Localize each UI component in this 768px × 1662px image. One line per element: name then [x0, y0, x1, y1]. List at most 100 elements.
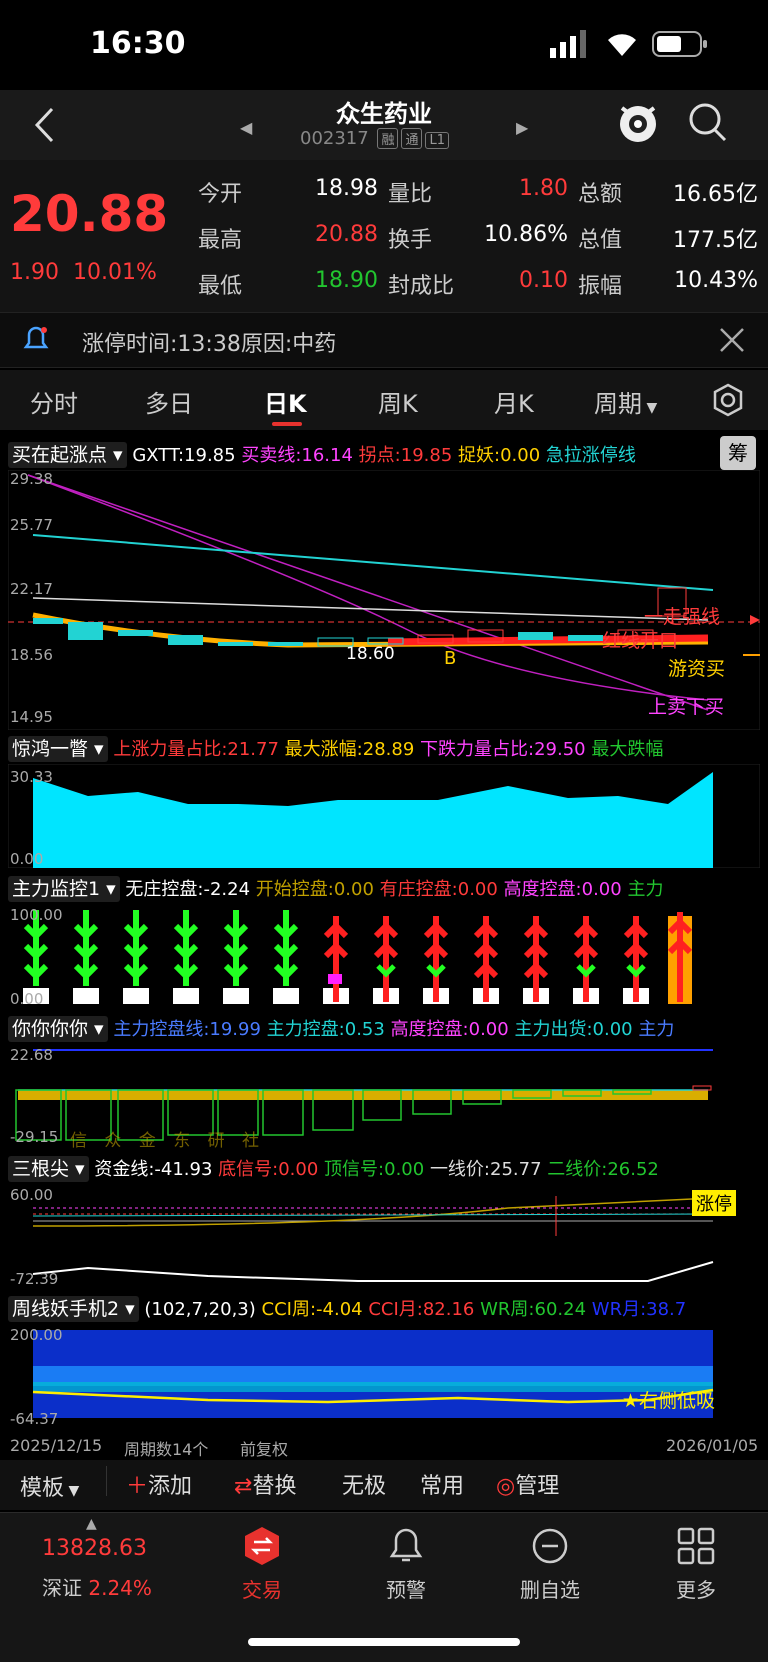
p4-field-high: 高度控盘:0.00 [390, 1019, 509, 1040]
period-count: 周期数14个 [124, 1440, 209, 1459]
p2-field-max-rise: 最大涨幅:28.89 [284, 739, 415, 760]
p2-tick-0: 30.33 [10, 768, 53, 786]
tab-monthly-k[interactable]: 月K [494, 384, 534, 419]
p5-tick-0: 60.00 [10, 1186, 53, 1204]
p6-tick-0: 200.00 [10, 1326, 63, 1344]
p6-field-cci-month: CCI月:82.16 [368, 1299, 475, 1320]
p4-field-control-line: 主力控盘线:19.99 [113, 1019, 261, 1040]
alert-bell-icon[interactable] [386, 1526, 426, 1566]
close-icon[interactable] [718, 326, 746, 354]
settings-icon[interactable] [710, 382, 746, 418]
value-turnover: 10.86% [484, 222, 568, 247]
nav-remove-watchlist[interactable]: 删自选 [505, 1574, 595, 1603]
panel5-selector-label: 三根尖 [12, 1158, 70, 1180]
panel4-selector[interactable]: 你你你你 ▾ [8, 1016, 108, 1042]
last-price: 20.88 [10, 185, 169, 243]
label-market-cap: 总值 [578, 228, 623, 253]
add-button[interactable]: ＋添加 [126, 1468, 192, 1500]
p2-field-up-ratio: 上涨力量占比:21.77 [113, 739, 279, 760]
chip-button[interactable]: 筹 [720, 436, 756, 470]
mascot-icon[interactable] [616, 100, 660, 146]
remove-watchlist-icon[interactable] [530, 1526, 570, 1566]
p3-field-no-control: 无庄控盘:-2.24 [125, 879, 251, 900]
panel3-selector[interactable]: 主力监控1 ▾ [8, 876, 120, 902]
panel1-selector-label: 买在起涨点 [12, 444, 108, 466]
tab-weekly-k[interactable]: 周K [378, 384, 418, 419]
template-button[interactable]: 模板 ▼ [20, 1470, 79, 1502]
stock-code-row: 002317 融通 L1 [300, 128, 449, 149]
p5-field-bottom: 底信号:0.00 [218, 1159, 319, 1180]
index-info[interactable]: 深证 2.24% [42, 1572, 152, 1601]
panel5-selector[interactable]: 三根尖 ▾ [8, 1156, 89, 1182]
plus-icon: ＋ [126, 1474, 149, 1499]
value-low: 18.90 [315, 268, 378, 293]
candle [518, 632, 553, 640]
candlestick-chart[interactable] [8, 470, 760, 730]
label-seal-ratio: 封成比 [388, 274, 455, 299]
status-bar: 16:30 [0, 0, 768, 90]
nav-trade[interactable]: 交易 [217, 1574, 307, 1603]
tab-intraday[interactable]: 分时 [30, 384, 78, 419]
p4-tick-1: -29.15 [10, 1128, 59, 1146]
panel2-header: 惊鸿一瞥 ▾ 上涨力量占比:21.77 最大涨幅:28.89 下跌力量占比:29… [8, 734, 768, 764]
candle [568, 635, 603, 641]
three-peak-chart[interactable] [8, 1186, 760, 1286]
panel1-selector[interactable]: 买在起涨点 ▾ [8, 442, 127, 468]
right-low-buy-label: ★右侧低吸 [622, 1390, 716, 1412]
p1-field-gxtt: GXTT:19.85 [132, 445, 236, 466]
index-name: 深证 [42, 1576, 82, 1600]
add-label: 添加 [148, 1474, 193, 1499]
p3-field-start: 开始控盘:0.00 [255, 879, 374, 900]
tag-margin: 融 [377, 128, 399, 149]
panel6-selector[interactable]: 周线妖手机2 ▾ [8, 1296, 139, 1322]
panel6-header: 周线妖手机2 ▾ (102,7,20,3) CCI周:-4.04 CCI月:82… [8, 1294, 768, 1324]
force-area-chart[interactable] [8, 764, 760, 868]
home-indicator[interactable] [248, 1638, 520, 1646]
panel3-selector-label: 主力监控1 [12, 878, 101, 900]
label-vol-ratio: 量比 [388, 182, 433, 207]
template-label: 模板 [20, 1476, 65, 1501]
panel1-header: 买在起涨点 ▾ GXTT:19.85 买卖线:16.14 拐点:19.85 捉妖… [8, 440, 768, 470]
p1-tick-4: 14.95 [10, 708, 53, 726]
p6-field-wr-month: WR月:38.7 [591, 1299, 687, 1320]
infinite-button[interactable]: 无极 [342, 1468, 386, 1500]
adjust-mode[interactable]: 前复权 [240, 1436, 288, 1460]
label-turnover: 换手 [388, 228, 433, 253]
divider [106, 1466, 107, 1496]
manage-button[interactable]: ◎管理 [496, 1468, 559, 1500]
p1-field-pull: 急拉涨停线 [545, 445, 636, 466]
manage-label: 管理 [515, 1474, 560, 1499]
p5-field-line1: 一线价:25.77 [429, 1159, 542, 1180]
p4-field-ship: 主力出货:0.00 [514, 1019, 633, 1040]
p2-tick-1: 0.00 [10, 850, 44, 868]
search-icon[interactable] [688, 102, 728, 144]
tab-period[interactable]: 周期 ▼ [594, 384, 657, 419]
p2-field-down-ratio: 下跌力量占比:29.50 [420, 739, 586, 760]
nav-more[interactable]: 更多 [651, 1574, 741, 1603]
panel3-header: 主力监控1 ▾ 无庄控盘:-2.24 开始控盘:0.00 有庄控盘:0.00 高… [8, 874, 768, 904]
clock: 16:30 [90, 26, 186, 61]
grid-more-icon[interactable] [676, 1526, 716, 1566]
price-change: 1.90 10.01% [10, 260, 157, 285]
nav-alert[interactable]: 预警 [361, 1574, 451, 1603]
tab-daily-k[interactable]: 日K [264, 384, 307, 419]
common-button[interactable]: 常用 [420, 1468, 464, 1500]
candle [33, 618, 63, 624]
stock-code: 002317 [300, 128, 369, 149]
candle [268, 642, 303, 646]
panel2-selector[interactable]: 惊鸿一瞥 ▾ [8, 736, 108, 762]
replace-button[interactable]: ⇄替换 [234, 1468, 296, 1500]
label-high: 最高 [198, 228, 243, 253]
control-monitor-chart[interactable] [8, 906, 760, 1006]
label-buy-signal: B [444, 648, 457, 669]
index-value[interactable]: 13828.63 [42, 1536, 147, 1561]
signal-icon [550, 30, 586, 58]
caret-up-icon: ▲ [86, 1516, 97, 1532]
p5-field-top: 顶信号:0.00 [324, 1159, 425, 1180]
label-open: 今开 [198, 182, 243, 207]
label-red-open: 红线开口 [602, 630, 679, 652]
trade-icon[interactable] [242, 1526, 282, 1566]
template-chevron-icon: ▼ [64, 1483, 80, 1499]
tab-multi-day[interactable]: 多日 [145, 384, 193, 419]
replace-label: 替换 [252, 1474, 297, 1499]
